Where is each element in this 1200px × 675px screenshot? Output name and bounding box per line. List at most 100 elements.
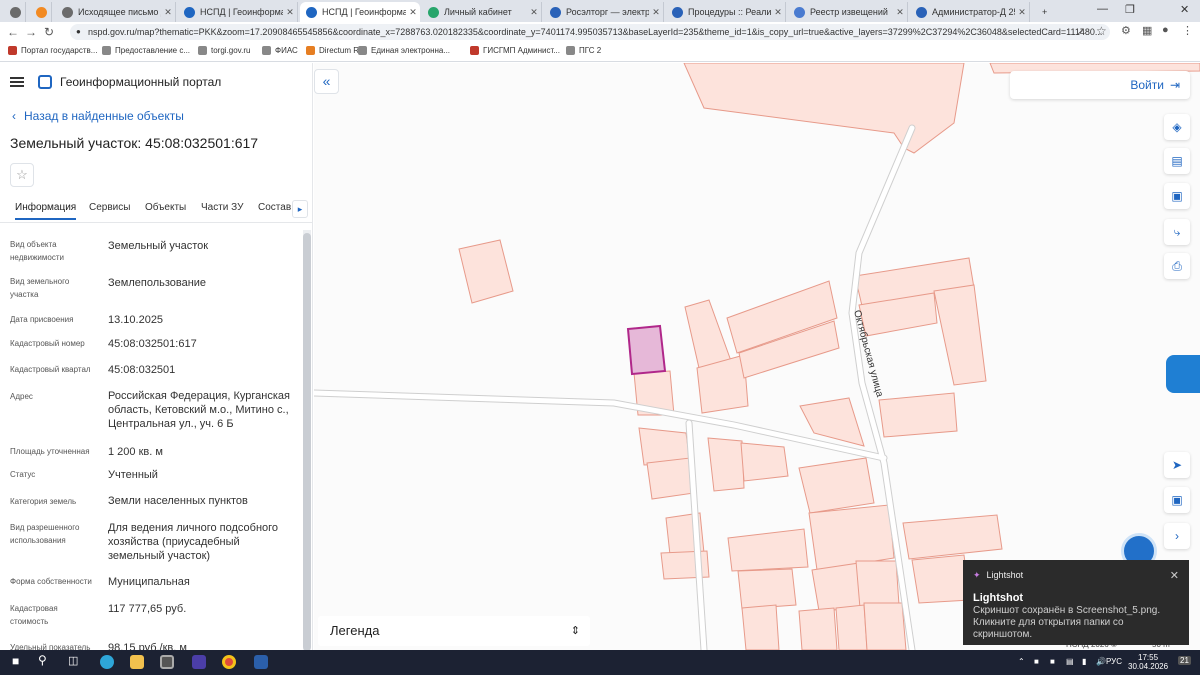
forward-arrow-icon[interactable]: → <box>22 25 40 39</box>
tab-title: Реестр извещений <box>810 7 888 17</box>
app-icon[interactable] <box>160 655 174 669</box>
share-link-icon[interactable]: ⤷ <box>1164 219 1190 245</box>
browser-tab[interactable] <box>30 2 52 22</box>
tab-objects[interactable]: Объекты <box>145 202 186 213</box>
close-tab-icon[interactable]: ✕ <box>649 7 663 18</box>
edge-icon[interactable] <box>100 655 114 669</box>
tray-app-icon[interactable]: ■ <box>1034 657 1039 666</box>
close-window-button[interactable]: ✕ <box>1180 3 1189 16</box>
parcel <box>808 504 895 571</box>
tray-chevron-icon[interactable]: ⌃ <box>1018 657 1025 666</box>
tab-composition[interactable]: Состав <box>258 202 291 213</box>
menu-dots-icon[interactable]: ⋮ <box>1182 24 1193 37</box>
parcel <box>683 63 965 154</box>
parcel <box>855 560 900 609</box>
parcel <box>741 604 780 650</box>
ruler-icon[interactable]: ▤ <box>1164 148 1190 174</box>
tab-information[interactable]: Информация <box>15 202 77 220</box>
select-area-icon[interactable]: ▣ <box>1164 183 1190 209</box>
bookmark-item[interactable]: Портал государств... <box>8 46 97 55</box>
attribute-label: Адрес <box>10 392 33 401</box>
bookmarks-bar: Портал государств... Предоставление с... t… <box>0 42 1200 62</box>
attribute-label: Форма собственности <box>10 577 92 586</box>
login-button[interactable]: Войти ⇥ <box>1010 71 1190 99</box>
windows-start-icon[interactable]: ■ <box>12 654 26 668</box>
tray-app-icon-2[interactable]: ■ <box>1050 657 1055 666</box>
lightshot-notification[interactable]: ✦ Lightshot ✕ Lightshot Скриншот сохранён… <box>963 560 1189 645</box>
browser-tab[interactable]: Администратор-Д 25.1.✕ <box>910 2 1030 22</box>
bookmark-item[interactable]: ГИСГМП Админист... <box>470 46 560 55</box>
legend-panel[interactable]: Легенда ⇕ <box>318 616 590 646</box>
back-arrow-icon[interactable]: ← <box>4 25 22 39</box>
print-icon[interactable]: ⎙ <box>1164 253 1190 279</box>
notification-heading: Lightshot <box>973 592 1024 604</box>
bookmark-item[interactable]: ПГС 2 <box>566 46 601 55</box>
back-to-results-link[interactable]: ‹ Назад в найденные объекты <box>12 109 184 123</box>
tabs-scroll-right-icon[interactable]: ▸ <box>292 200 308 218</box>
task-view-icon[interactable]: ◫ <box>68 654 82 668</box>
bookmark-favicon-icon <box>566 46 575 55</box>
bookmark-item[interactable]: torgi.gov.ru <box>198 46 250 55</box>
language-indicator[interactable]: РУС <box>1106 657 1122 666</box>
clock-date: 30.04.2026 <box>1128 662 1169 671</box>
profile-icon[interactable]: ● <box>1162 24 1169 36</box>
chrome-icon[interactable] <box>222 655 236 669</box>
tab-favicon-icon <box>184 6 195 18</box>
attribute-label: Вид объекта недвижимости <box>10 240 64 262</box>
volume-icon[interactable]: 🔊 <box>1096 657 1106 666</box>
search-icon[interactable]: ⚲ <box>38 653 52 667</box>
system-clock[interactable]: 17:55 30.04.2026 <box>1128 653 1168 671</box>
close-tab-icon[interactable]: ✕ <box>893 7 907 18</box>
sidebar-scrollbar-thumb[interactable] <box>303 233 311 650</box>
url-field[interactable]: ● nspd.gov.ru/map?thematic=PKK&zoom=17.20… <box>70 24 1110 40</box>
battery-icon[interactable]: ▮ <box>1082 657 1086 666</box>
bookmark-item[interactable]: Единая электронна... <box>358 46 450 55</box>
close-tab-icon[interactable]: ✕ <box>283 7 297 18</box>
notifications-badge[interactable]: 21 <box>1178 656 1191 665</box>
close-tab-icon[interactable]: ✕ <box>771 7 785 18</box>
tab-favicon-icon <box>916 6 927 18</box>
attribute-value: 1 200 кв. м <box>108 446 163 458</box>
layers-icon[interactable]: ◈ <box>1164 114 1190 140</box>
tab-parts[interactable]: Части ЗУ <box>201 202 243 213</box>
word-icon[interactable] <box>254 655 268 669</box>
share-icon[interactable]: ↗ <box>1076 25 1085 38</box>
basemap-icon[interactable]: ▣ <box>1164 487 1190 513</box>
bookmark-item[interactable]: Directum RX <box>306 46 364 55</box>
extensions-icon[interactable]: ⚙ <box>1121 24 1131 37</box>
collapse-sidebar-button[interactable]: « <box>314 69 339 94</box>
reload-icon[interactable]: ↻ <box>40 25 58 39</box>
file-explorer-icon[interactable] <box>130 655 144 669</box>
new-tab-button[interactable]: + <box>1036 2 1056 22</box>
browser-tab[interactable]: Росэлторг — электрон✕ <box>544 2 664 22</box>
browser-tab[interactable]: Процедуры :: Реализац✕ <box>666 2 786 22</box>
tab-title: НСПД | Геоинформацио <box>200 7 283 17</box>
browser-tab[interactable]: НСПД | Геоинформацио✕ <box>178 2 298 22</box>
minimize-button[interactable]: — <box>1097 3 1108 15</box>
attribute-label: Кадастровый номер <box>10 339 85 348</box>
browser-tab[interactable]: Реестр извещений ✕ <box>788 2 908 22</box>
maximize-button[interactable]: ❐ <box>1125 3 1135 16</box>
browser-tab[interactable]: Исходящее письмо для✕ <box>56 2 176 22</box>
bookmark-item[interactable]: Предоставление с... <box>102 46 190 55</box>
close-notification-icon[interactable]: ✕ <box>1170 569 1179 582</box>
close-tab-icon[interactable]: ✕ <box>406 7 420 18</box>
close-tab-icon[interactable]: ✕ <box>161 7 175 18</box>
close-tab-icon[interactable]: ✕ <box>527 7 541 18</box>
next-icon[interactable]: › <box>1164 523 1190 549</box>
yandex-icon[interactable] <box>192 655 206 669</box>
support-widget-icon[interactable] <box>1166 355 1200 393</box>
tab-services[interactable]: Сервисы <box>89 202 130 213</box>
locate-me-icon[interactable]: ➤ <box>1164 452 1190 478</box>
sidepanel-icon[interactable]: ▦ <box>1142 24 1152 37</box>
favorite-star-icon[interactable]: ☆ <box>10 163 34 187</box>
browser-tab[interactable] <box>4 2 26 22</box>
browser-tab[interactable]: Личный кабинет ✕ <box>422 2 542 22</box>
tray-network-icon[interactable]: ▤ <box>1066 657 1074 666</box>
bookmark-star-icon[interactable]: ☆ <box>1096 24 1107 38</box>
bookmark-item[interactable]: ФИАС <box>262 46 298 55</box>
hamburger-menu-icon[interactable] <box>10 77 24 87</box>
close-tab-icon[interactable]: ✕ <box>1015 7 1029 18</box>
attribute-label: Категория земель <box>10 497 77 506</box>
browser-tab[interactable]: НСПД | Геоинформацио✕ <box>300 2 420 22</box>
